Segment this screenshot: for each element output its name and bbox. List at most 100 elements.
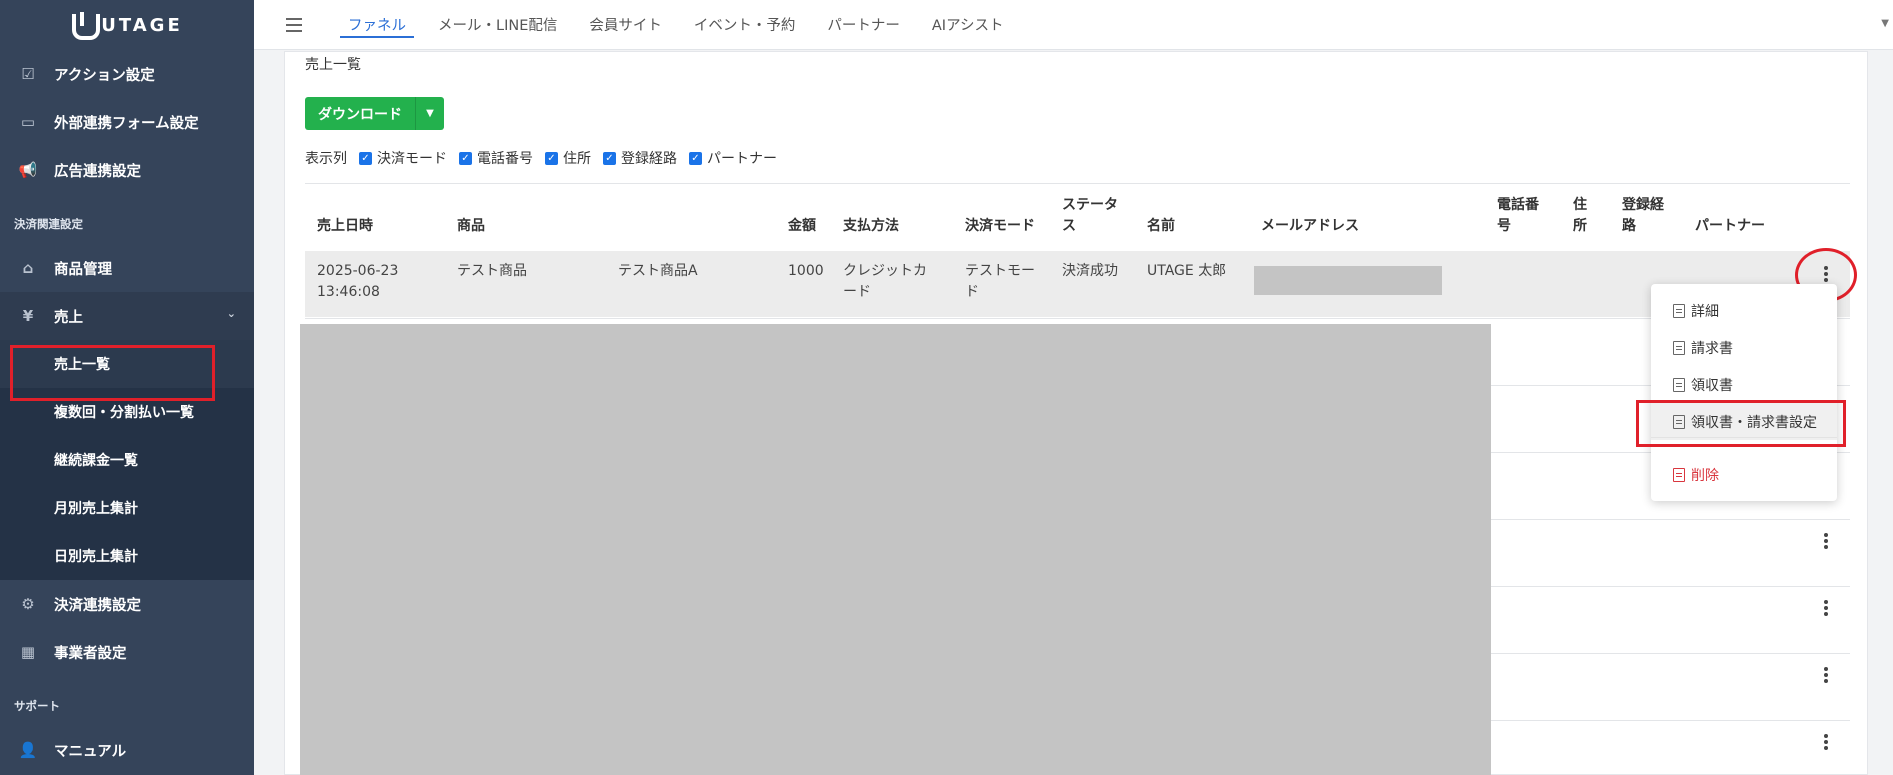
sidebar-item-label: 売上 [54,309,83,326]
sidebar-item-manual[interactable]: 👤 マニュアル [0,726,254,774]
tab-member-site[interactable]: 会員サイト [573,0,678,50]
menu-item-label: 領収書 [1691,377,1733,394]
caret-down-icon[interactable]: ▼ [415,97,444,130]
header-address-line1: 住 [1573,197,1587,213]
sidebar-item-products[interactable]: ⌂ 商品管理 [0,244,254,292]
row-actions-kebab-icon[interactable] [1816,732,1836,752]
cell-name: UTAGE 太郎 [1147,263,1227,279]
checkbox-checked-icon[interactable]: ✓ [459,151,472,165]
download-button[interactable]: ダウンロード ▼ [305,97,444,130]
divider [305,183,1850,184]
annotation-highlight-sales-list [10,345,215,401]
building-icon: ▦ [20,643,36,661]
menu-item-label: 請求書 [1691,340,1733,357]
menu-item-label: 詳細 [1691,303,1719,320]
sidebar-item-sales[interactable]: ¥ 売上 ⌄ [0,292,254,340]
menu-item-delete[interactable]: 削除 [1651,456,1837,493]
sidebar-item-ad-integration[interactable]: 📢 広告連携設定 [0,146,254,194]
tab-partner[interactable]: パートナー [811,0,916,50]
checkbox-checked-icon[interactable]: ✓ [359,151,372,165]
column-toggles: 表示列 ✓ 決済モード ✓ 電話番号 ✓ 住所 ✓ 登録経路 ✓ パートナー [305,148,777,168]
tab-label: パートナー [827,18,900,34]
sidebar-item-business[interactable]: ▦ 事業者設定 [0,628,254,676]
trash-icon [1673,467,1685,482]
header-amount: 金額 [788,218,816,234]
header-address: 住所 [1573,195,1587,237]
cell-payment-method: クレジットカ ード [843,261,927,303]
megaphone-icon: 📢 [18,161,38,179]
logo-text: UTAGE [101,14,183,36]
header-phone: 電話番号 [1497,195,1539,237]
sidebar-item-action-settings[interactable]: ☑ アクション設定 [0,50,254,98]
sidebar-item-label: 外部連携フォーム設定 [54,115,199,132]
row-actions-menu: 詳細 請求書 領収書 領収書・請求書設定 削除 [1651,284,1837,501]
row-actions-kebab-icon[interactable] [1816,531,1836,551]
toggle-address[interactable]: ✓ 住所 [545,148,591,168]
checkbox-checked-icon[interactable]: ✓ [545,151,558,165]
sidebar-subitem-daily[interactable]: 日別売上集計 [0,532,254,580]
cell-method-line1: クレジットカ [843,263,927,279]
top-navbar: ファネル メール・LINE配信 会員サイト イベント・予約 パートナー AIアシ… [254,0,1893,50]
menu-item-details[interactable]: 詳細 [1651,292,1837,329]
menu-item-label: 削除 [1691,467,1719,484]
menu-item-receipt[interactable]: 領収書 [1651,366,1837,403]
sidebar-subitem-monthly[interactable]: 月別売上集計 [0,484,254,532]
row-actions-kebab-icon[interactable] [1816,598,1836,618]
checkbox-checked-icon[interactable]: ✓ [603,151,616,165]
gear-icon: ⚙ [21,595,35,613]
toggle-payment-mode[interactable]: ✓ 決済モード [359,148,447,168]
sidebar-section-support: サポート [14,699,60,713]
toggle-route[interactable]: ✓ 登録経路 [603,148,677,168]
header-status: ステータス [1062,195,1118,237]
cell-product-variant: テスト商品A [618,263,698,279]
sidebar-item-label: 決済連携設定 [54,597,141,614]
logo[interactable]: UTAGE [0,0,254,50]
person-icon: 👤 [18,741,38,759]
sidebar-item-label: 事業者設定 [54,645,127,662]
sidebar-item-label: 広告連携設定 [54,163,141,180]
toggle-phone[interactable]: ✓ 電話番号 [459,148,533,168]
header-status-line1: ステータ [1062,197,1118,213]
tab-funnel[interactable]: ファネル [332,0,422,50]
cell-product: テスト商品 [457,263,527,279]
hamburger-menu-icon[interactable] [286,17,302,32]
sidebar-subitem-label: 継続課金一覧 [54,453,138,469]
download-label: ダウンロード [318,106,402,123]
sidebar-subitem-subscriptions[interactable]: 継続課金一覧 [0,436,254,484]
checkbox-icon: ☑ [21,65,35,83]
tab-ai-assist[interactable]: AIアシスト [916,0,1020,50]
toggle-label: パートナー [707,151,777,167]
menu-item-invoice[interactable]: 請求書 [1651,329,1837,366]
form-icon: ▭ [20,113,36,131]
toggle-label: 電話番号 [477,151,533,167]
tab-label: AIアシスト [931,18,1004,34]
header-product: 商品 [457,218,485,234]
caret-down-icon[interactable]: ▼ [1881,18,1889,29]
sidebar-item-external-form[interactable]: ▭ 外部連携フォーム設定 [0,98,254,146]
tab-label: ファネル [348,18,406,34]
toggle-partner[interactable]: ✓ パートナー [689,148,777,168]
toggle-label: 決済モード [377,151,447,167]
cell-method-line2: ード [843,284,871,300]
cell-status: 決済成功 [1062,263,1118,279]
sidebar-subitem-label: 月別売上集計 [54,501,138,517]
table-row[interactable]: 2025-06-23 13:46:08 テスト商品 テスト商品A 1000 クレジ… [305,251,1850,317]
tab-events[interactable]: イベント・予約 [678,0,812,50]
tab-label: 会員サイト [589,18,662,34]
header-email: メールアドレス [1261,218,1359,234]
sidebar-item-label: 商品管理 [54,261,112,278]
header-payment-method: 支払方法 [843,218,899,234]
document-icon [1673,303,1685,318]
page-title: 売上一覧 [305,57,361,73]
header-phone-line1: 電話番 [1497,197,1539,213]
header-payment-mode: 決済モード [965,218,1035,234]
redacted-email [1254,266,1442,295]
header-route-line2: 路 [1622,218,1636,234]
columns-label: 表示列 [305,151,347,167]
row-actions-kebab-icon[interactable] [1816,665,1836,685]
sidebar-item-payment-integration[interactable]: ⚙ 決済連携設定 [0,580,254,628]
toggle-label: 登録経路 [621,151,677,167]
header-phone-line2: 号 [1497,218,1511,234]
checkbox-checked-icon[interactable]: ✓ [689,151,702,165]
tab-mail-line[interactable]: メール・LINE配信 [422,0,573,50]
